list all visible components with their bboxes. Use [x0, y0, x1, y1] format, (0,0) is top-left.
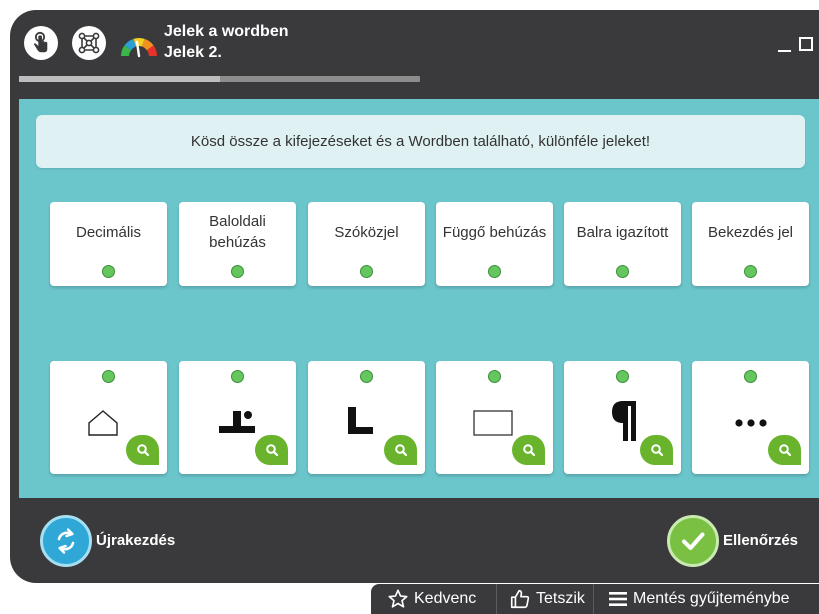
- word-card[interactable]: Baloldali behúzás: [179, 202, 296, 286]
- zoom-button[interactable]: [255, 435, 288, 465]
- minimize-button[interactable]: [778, 34, 792, 54]
- connect-nodes-icon[interactable]: [72, 26, 106, 60]
- zoom-button[interactable]: [384, 435, 417, 465]
- zoom-button[interactable]: [768, 435, 801, 465]
- difficulty-gauge-icon: [121, 38, 157, 58]
- ellipsis-icon: [735, 419, 767, 427]
- zoom-button[interactable]: [126, 435, 159, 465]
- word-card-label: Függő behúzás: [442, 223, 547, 241]
- restart-arrows-icon: [57, 528, 75, 554]
- connector-dot[interactable]: [360, 265, 373, 278]
- connector-dot[interactable]: [360, 370, 373, 383]
- symbol-card[interactable]: [564, 361, 681, 474]
- action-bar: Kedvenc Tetszik Mentés gyűjteménybe: [371, 584, 819, 614]
- magnifier-icon: [136, 444, 149, 457]
- touch-icon[interactable]: [24, 26, 58, 60]
- favorite-label: Kedvenc: [414, 590, 477, 607]
- magnifier-icon: [522, 444, 535, 457]
- connector-dot[interactable]: [744, 265, 757, 278]
- thumbs-up-icon: [510, 589, 530, 609]
- rectangle-icon: [473, 410, 513, 436]
- connector-dot[interactable]: [231, 265, 244, 278]
- connector-dot[interactable]: [102, 265, 115, 278]
- pilcrow-icon: [612, 401, 636, 441]
- progress-fill: [19, 76, 220, 82]
- header: Jelek a wordben Jelek 2.: [10, 10, 819, 96]
- symbol-card[interactable]: [692, 361, 809, 474]
- save-label: Mentés gyűjteménybe: [633, 590, 790, 607]
- decimal-tab-icon: [219, 411, 255, 433]
- exercise-subtitle: Jelek 2.: [164, 44, 222, 61]
- symbol-card[interactable]: [436, 361, 553, 474]
- like-button[interactable]: Tetszik: [496, 584, 593, 614]
- maximize-icon: [799, 37, 813, 51]
- header-titles: Jelek a wordben Jelek 2.: [164, 21, 289, 63]
- word-card-label: Balra igazított: [576, 223, 669, 241]
- zoom-button[interactable]: [640, 435, 673, 465]
- connector-dot[interactable]: [744, 370, 757, 383]
- house-tab-icon: [88, 410, 118, 436]
- restart-label[interactable]: Újrakezdés: [96, 532, 175, 549]
- word-card[interactable]: Decimális: [50, 202, 167, 286]
- symbol-card[interactable]: [50, 361, 167, 474]
- progress-bar: [19, 76, 420, 82]
- like-label: Tetszik: [536, 590, 585, 607]
- restart-button[interactable]: [40, 515, 92, 567]
- word-card-label: Bekezdés jel: [707, 223, 794, 241]
- word-card[interactable]: Balra igazított: [564, 202, 681, 286]
- exercise-board: Kösd össze a kifejezéseket és a Wordben …: [19, 99, 819, 498]
- word-card-label: Szóközjel: [334, 223, 399, 241]
- maximize-button[interactable]: [798, 34, 814, 54]
- save-to-collection-button[interactable]: Mentés gyűjteménybe: [593, 584, 819, 614]
- magnifier-icon: [265, 444, 278, 457]
- connector-dot[interactable]: [616, 370, 629, 383]
- magnifier-icon: [650, 444, 663, 457]
- word-card-label: Baloldali behúzás: [209, 213, 266, 251]
- connector-dot[interactable]: [102, 370, 115, 383]
- exercise-window: Jelek a wordben Jelek 2. Kösd össze a ki…: [10, 10, 819, 583]
- magnifier-icon: [394, 444, 407, 457]
- connector-dot[interactable]: [231, 370, 244, 383]
- word-card-label: Decimális: [75, 223, 141, 241]
- connector-dot[interactable]: [488, 370, 501, 383]
- symbol-card[interactable]: [179, 361, 296, 474]
- word-card[interactable]: Bekezdés jel: [692, 202, 809, 286]
- zoom-button[interactable]: [512, 435, 545, 465]
- connector-dot[interactable]: [616, 265, 629, 278]
- word-card[interactable]: Szóközjel: [308, 202, 425, 286]
- symbol-card[interactable]: [308, 361, 425, 474]
- word-card[interactable]: Függő behúzás: [436, 202, 553, 286]
- star-icon: [388, 589, 408, 608]
- menu-icon: [609, 592, 627, 606]
- check-label[interactable]: Ellenőrzés: [723, 532, 798, 549]
- left-tab-icon: [348, 407, 373, 434]
- magnifier-icon: [778, 444, 791, 457]
- favorite-button[interactable]: Kedvenc: [371, 584, 496, 614]
- checkmark-icon: [682, 532, 705, 550]
- instruction-text: Kösd össze a kifejezéseket és a Wordben …: [36, 115, 805, 168]
- minimize-icon: [778, 50, 791, 52]
- check-button[interactable]: [667, 515, 719, 567]
- exercise-title: Jelek a wordben: [164, 23, 289, 40]
- connector-dot[interactable]: [488, 265, 501, 278]
